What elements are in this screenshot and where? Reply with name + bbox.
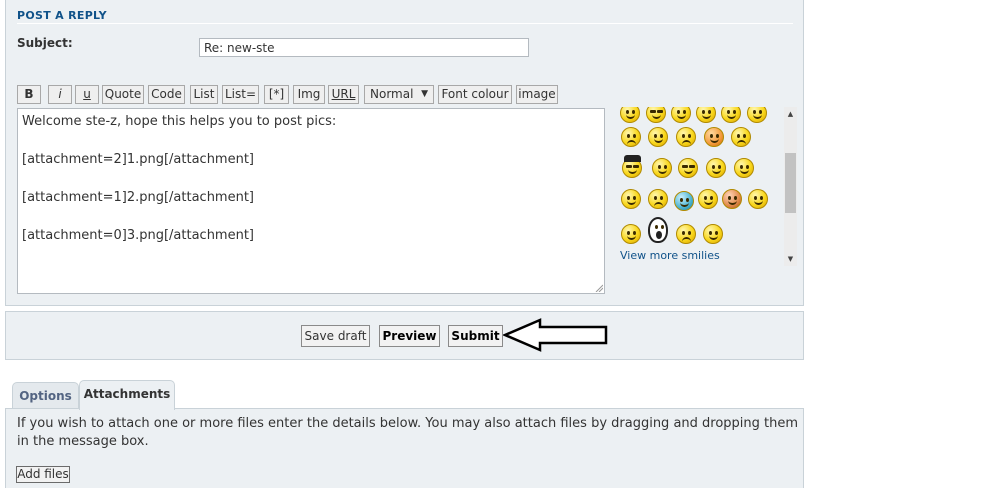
message-line bbox=[22, 131, 600, 150]
view-more-smilies-link[interactable]: View more smilies bbox=[620, 249, 720, 262]
post-reply-panel: POST A REPLY Subject: B i u Quote Code L… bbox=[5, 0, 804, 306]
tab-options[interactable]: Options bbox=[12, 382, 79, 410]
img-button[interactable]: Img bbox=[293, 85, 325, 104]
tab-attachments[interactable]: Attachments bbox=[79, 380, 175, 410]
smiley-icon[interactable] bbox=[721, 107, 741, 123]
message-line: [attachment=2]1.png[/attachment] bbox=[22, 152, 255, 167]
dropdown-arrow-icon: ▼ bbox=[421, 89, 428, 99]
message-line bbox=[22, 207, 600, 226]
smiley-surprised-icon[interactable] bbox=[676, 127, 696, 147]
smiley-geek-icon[interactable] bbox=[722, 189, 742, 209]
smiley-laugh-icon[interactable] bbox=[698, 189, 718, 209]
title-divider bbox=[17, 23, 793, 24]
scroll-up-icon[interactable]: ▲ bbox=[784, 107, 797, 121]
submit-button[interactable]: Submit bbox=[448, 325, 503, 347]
quote-button[interactable]: Quote bbox=[102, 85, 144, 104]
smilies-scrollbar[interactable]: ▲ ▼ bbox=[784, 107, 797, 266]
smiley-wink-icon[interactable] bbox=[734, 158, 754, 178]
subject-input[interactable] bbox=[199, 38, 529, 57]
attachments-panel: If you wish to attach one or more files … bbox=[5, 408, 804, 488]
smiley-smile-icon[interactable] bbox=[748, 189, 768, 209]
smiley-hmm-icon[interactable] bbox=[731, 127, 751, 147]
smiley-alien-icon[interactable] bbox=[674, 191, 694, 211]
smiley-question-icon[interactable] bbox=[648, 189, 668, 209]
url-button[interactable]: URL bbox=[328, 85, 359, 104]
smiley-grin-icon[interactable] bbox=[747, 107, 767, 123]
smiley-shocked-icon[interactable] bbox=[671, 107, 691, 123]
add-files-button[interactable]: Add files bbox=[16, 466, 70, 483]
message-textarea[interactable]: Welcome ste-z, hope this helps you to po… bbox=[17, 108, 605, 294]
smiley-icon[interactable] bbox=[620, 107, 640, 123]
subject-label: Subject: bbox=[17, 36, 73, 50]
smiley-happy-icon[interactable] bbox=[648, 127, 668, 147]
smiley-scream-icon[interactable] bbox=[648, 217, 668, 243]
smiley-neutral-icon[interactable] bbox=[703, 224, 723, 244]
smiley-sad-icon[interactable] bbox=[621, 127, 641, 147]
list-button[interactable]: List bbox=[190, 85, 218, 104]
smiley-sunglasses-icon[interactable] bbox=[678, 158, 698, 178]
list-ordered-button[interactable]: List= bbox=[222, 85, 259, 104]
smilies-box bbox=[614, 107, 794, 265]
smiley-eek-icon[interactable] bbox=[621, 189, 641, 209]
italic-button[interactable]: i bbox=[48, 85, 72, 104]
attachments-instructions: If you wish to attach one or more files … bbox=[17, 416, 799, 449]
callout-arrow-icon bbox=[503, 318, 608, 352]
font-size-value: Normal bbox=[370, 87, 414, 101]
message-line: [attachment=1]2.png[/attachment] bbox=[22, 190, 255, 205]
list-item-button[interactable]: [*] bbox=[264, 85, 289, 104]
preview-button[interactable]: Preview bbox=[379, 325, 440, 347]
message-line bbox=[22, 169, 600, 188]
font-colour-button[interactable]: Font colour bbox=[438, 85, 512, 104]
code-button[interactable]: Code bbox=[148, 85, 185, 104]
resize-grip-icon[interactable] bbox=[595, 284, 603, 292]
message-line: Welcome ste-z, hope this helps you to po… bbox=[22, 114, 337, 129]
message-line: [attachment=0]3.png[/attachment] bbox=[22, 228, 255, 243]
scroll-thumb[interactable] bbox=[785, 153, 796, 213]
smiley-confused-icon[interactable] bbox=[704, 127, 724, 147]
underline-button[interactable]: u bbox=[75, 85, 99, 104]
image-button[interactable]: image bbox=[516, 85, 558, 104]
font-size-select[interactable]: Normal ▼ bbox=[364, 85, 434, 104]
smiley-frown-icon[interactable] bbox=[676, 224, 696, 244]
smiley-blues-brothers-icon[interactable] bbox=[622, 155, 642, 178]
scroll-down-icon[interactable]: ▼ bbox=[784, 252, 797, 266]
smiley-kiss-icon[interactable] bbox=[652, 158, 672, 178]
smiley-razz-icon[interactable] bbox=[621, 224, 641, 244]
smiley-peace-icon[interactable] bbox=[706, 158, 726, 178]
save-draft-button[interactable]: Save draft bbox=[301, 325, 370, 347]
submit-buttons-panel: Save draft Preview Submit bbox=[5, 311, 804, 360]
smiley-icon[interactable] bbox=[696, 107, 716, 123]
bold-button[interactable]: B bbox=[17, 85, 41, 104]
smiley-cool-icon[interactable] bbox=[646, 107, 666, 123]
section-title: POST A REPLY bbox=[17, 9, 107, 22]
